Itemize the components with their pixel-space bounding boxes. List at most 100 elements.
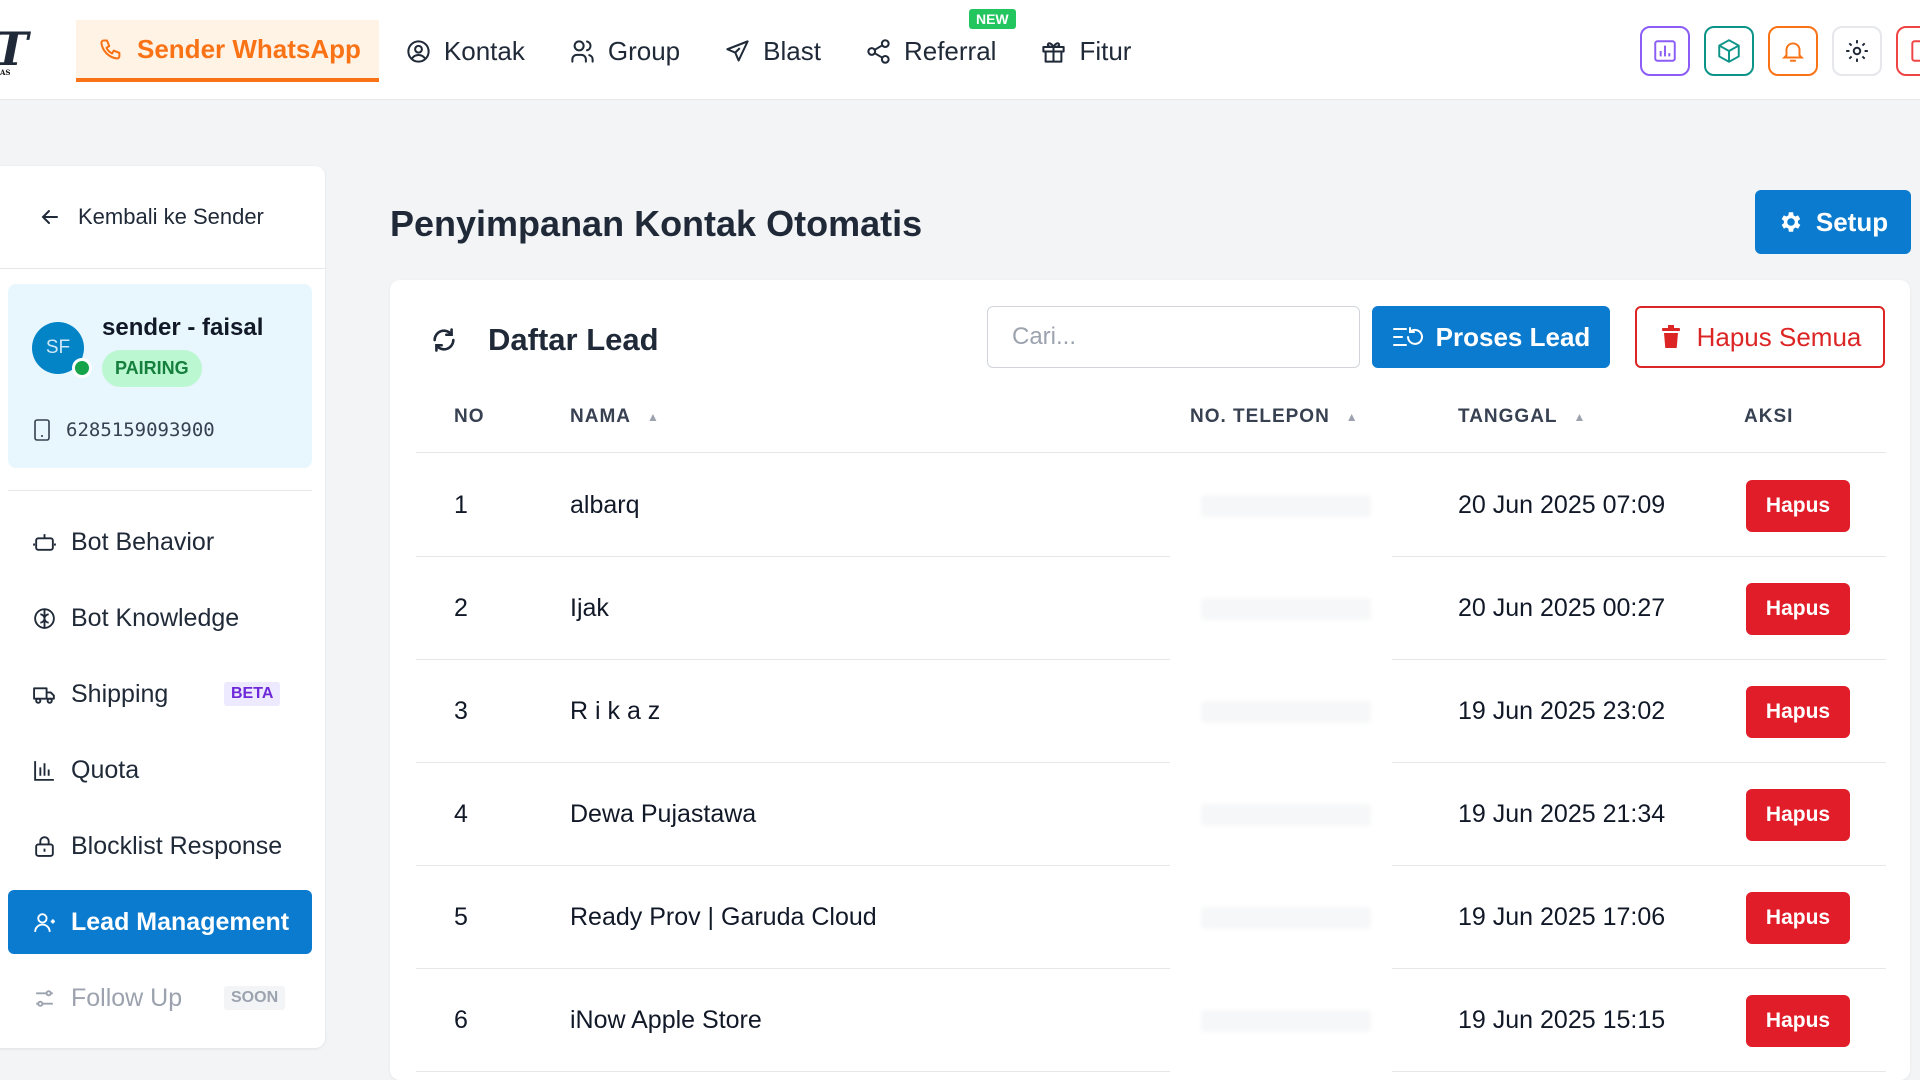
- setup-button[interactable]: Setup: [1755, 190, 1911, 254]
- page-title: Penyimpanan Kontak Otomatis: [390, 203, 923, 244]
- sidebar-menu: Bot Behavior Bot Knowledge Shipping BETA…: [8, 510, 312, 1042]
- nav-sender-whatsapp[interactable]: Sender WhatsApp: [76, 20, 379, 82]
- sidebar-item-label: Quota: [71, 755, 140, 784]
- analytics-button[interactable]: [1640, 26, 1690, 76]
- nav-label: Kontak: [443, 35, 525, 66]
- sort-icon: ▲: [1573, 410, 1587, 424]
- sidebar-item-bot-behavior[interactable]: Bot Behavior: [8, 510, 312, 574]
- new-badge: NEW: [968, 9, 1016, 29]
- hapus-button[interactable]: Hapus: [1746, 480, 1850, 532]
- hapus-semua-button[interactable]: Hapus Semua: [1635, 306, 1885, 368]
- sidebar-item-blocklist-response[interactable]: Blocklist Response: [8, 814, 312, 878]
- hapus-semua-label: Hapus Semua: [1696, 321, 1862, 352]
- redacted-phone: [1201, 494, 1371, 517]
- logout-icon: [1908, 38, 1920, 64]
- card-title: Daftar Lead: [488, 322, 659, 357]
- user-icon: [32, 910, 57, 935]
- nav-label: Blast: [763, 35, 821, 66]
- chart-icon: [32, 758, 57, 783]
- nav-kontak[interactable]: Kontak: [387, 20, 543, 82]
- trash-icon: [1659, 324, 1683, 350]
- bar-chart-icon: [1652, 38, 1678, 64]
- cell-nama: iNow Apple Store: [570, 1006, 762, 1034]
- proses-lead-button[interactable]: Proses Lead: [1372, 306, 1610, 368]
- cell-nama: R i k a z: [570, 697, 661, 725]
- column-header-tanggal[interactable]: TANGGAL ▲: [1458, 398, 1586, 436]
- hapus-button[interactable]: Hapus: [1746, 995, 1850, 1047]
- nav-blast[interactable]: Blast: [706, 20, 839, 82]
- cell-no: 6: [454, 1006, 468, 1034]
- top-navbar: TAS Sender WhatsApp Kontak Group Blast N…: [0, 0, 1920, 100]
- refresh-icon[interactable]: [430, 326, 458, 354]
- arrow-left-icon: [38, 205, 62, 229]
- sidebar-item-quota[interactable]: Quota: [8, 738, 312, 802]
- nav-label: Sender WhatsApp: [137, 33, 361, 64]
- setup-label: Setup: [1815, 206, 1889, 237]
- cell-no: 1: [454, 491, 468, 519]
- package-button[interactable]: [1704, 26, 1754, 76]
- nav-referral[interactable]: NEW Referral: [847, 9, 1016, 82]
- gift-icon: [1040, 38, 1067, 65]
- hapus-button[interactable]: Hapus: [1746, 686, 1850, 738]
- cell-no: 2: [454, 594, 468, 622]
- column-header-telepon[interactable]: NO. TELEPON ▲: [1190, 398, 1359, 436]
- sidebar-item-follow-up: Follow Up SOON: [8, 966, 312, 1030]
- brain-icon: [32, 606, 57, 631]
- status-badge: PAIRING: [102, 350, 202, 387]
- robot-icon: [32, 530, 57, 555]
- nav-group[interactable]: Group: [551, 20, 698, 82]
- sidebar-item-label: Bot Knowledge: [71, 603, 240, 632]
- table-row: 5 Ready Prov | Garuda Cloud 19 Jun 2025 17…: [416, 866, 1886, 969]
- sidebar-item-bot-knowledge[interactable]: Bot Knowledge: [8, 586, 312, 650]
- cell-nama: Ready Prov | Garuda Cloud: [570, 903, 877, 931]
- top-actions: [1640, 26, 1920, 76]
- card-header: Daftar Lead: [430, 322, 659, 358]
- cell-tanggal: 19 Jun 2025 21:34: [1458, 800, 1666, 828]
- brand-logo[interactable]: TAS: [0, 22, 28, 77]
- sender-card: SF sender - faisal PAIRING 6285159093900: [8, 284, 312, 468]
- sidebar-item-lead-management[interactable]: Lead Management: [8, 890, 312, 954]
- notification-button[interactable]: [1768, 26, 1818, 76]
- sliders-icon: [32, 986, 57, 1011]
- cell-telepon: [1071, 763, 1501, 866]
- process-list-icon: [1392, 324, 1424, 350]
- logout-button[interactable]: [1896, 26, 1920, 76]
- hapus-button[interactable]: Hapus: [1746, 789, 1850, 841]
- sidebar-item-label: Follow Up: [71, 983, 183, 1012]
- cell-telepon: [1071, 660, 1501, 763]
- logo-subtext: AS: [0, 68, 11, 77]
- sidebar: Kembali ke Sender SF sender - faisal PAI…: [0, 166, 325, 1048]
- cell-nama: Dewa Pujastawa: [570, 800, 757, 828]
- nav-label: Referral: [903, 35, 997, 66]
- table-row: 4 Dewa Pujastawa 19 Jun 2025 21:34 Hapus: [416, 763, 1886, 866]
- online-status-dot: [72, 358, 92, 378]
- nav-fitur[interactable]: Fitur: [1022, 20, 1149, 82]
- proses-label: Proses Lead: [1435, 321, 1591, 352]
- main-nav: Sender WhatsApp Kontak Group Blast NEW R…: [76, 9, 1157, 82]
- users-icon: [569, 38, 596, 65]
- cell-telepon: [1071, 866, 1501, 969]
- column-header-nama[interactable]: NAMA ▲: [570, 398, 660, 436]
- hapus-button[interactable]: Hapus: [1746, 583, 1850, 635]
- hapus-button[interactable]: Hapus: [1746, 892, 1850, 944]
- back-to-sender-link[interactable]: Kembali ke Sender: [38, 204, 264, 230]
- divider: [416, 1071, 1170, 1072]
- lock-icon: [32, 834, 57, 859]
- settings-button[interactable]: [1832, 26, 1882, 76]
- sort-icon: ▲: [1345, 410, 1359, 424]
- table-row: 6 iNow Apple Store 19 Jun 2025 15:15 Hapus: [416, 969, 1886, 1072]
- bell-icon: [1780, 38, 1806, 64]
- sidebar-item-shipping[interactable]: Shipping BETA: [8, 662, 312, 726]
- sender-name: sender - faisal: [102, 314, 264, 341]
- cell-no: 5: [454, 903, 468, 931]
- phone-number: 6285159093900: [66, 419, 215, 441]
- user-circle-icon: [405, 38, 432, 65]
- divider: [8, 490, 312, 491]
- redacted-phone: [1201, 803, 1371, 826]
- cell-nama: albarq: [570, 491, 640, 519]
- redacted-phone: [1201, 597, 1371, 620]
- cell-tanggal: 20 Jun 2025 00:27: [1458, 594, 1666, 622]
- search-input[interactable]: [987, 306, 1360, 368]
- column-header-no: NO: [454, 406, 485, 427]
- nav-label: Fitur: [1079, 35, 1132, 66]
